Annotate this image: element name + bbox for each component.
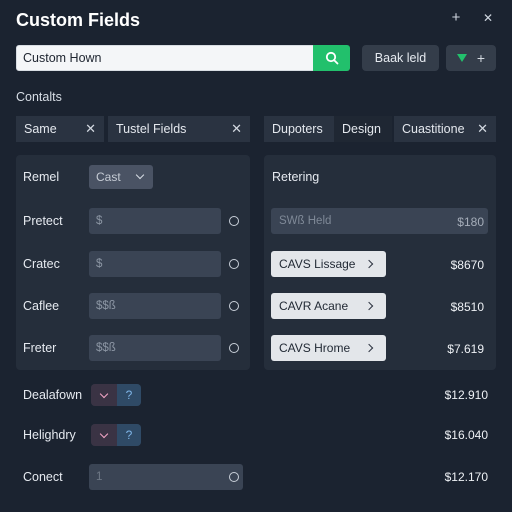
tab-label: Dupoters xyxy=(272,122,323,136)
row-amount: $12.170 xyxy=(444,470,488,484)
row-label: Conect xyxy=(23,470,63,484)
row-label: Dealafown xyxy=(23,388,83,402)
help-icon: ? xyxy=(117,424,141,446)
chevron-down-icon xyxy=(99,429,109,438)
item-button[interactable]: CAVS Hrome xyxy=(271,335,386,361)
radio-icon[interactable] xyxy=(229,343,239,353)
item-label: CAVS Hrome xyxy=(279,341,351,355)
radio-icon[interactable] xyxy=(229,301,239,311)
row-amount: $16.040 xyxy=(444,428,488,442)
toggle-switch[interactable]: ? xyxy=(91,384,141,406)
connect-input[interactable]: 1 xyxy=(89,464,243,490)
tab-label: Design xyxy=(342,122,381,136)
select-value: Cast xyxy=(96,170,121,184)
radio-icon[interactable] xyxy=(229,216,239,226)
item-amount: $7.619 xyxy=(447,342,484,356)
shield-icon xyxy=(456,54,467,62)
section-label: Contalts xyxy=(16,90,62,104)
item-button[interactable]: CAVR Acane xyxy=(271,293,386,319)
toggle-switch[interactable]: ? xyxy=(91,424,141,446)
panel-header-label: Retering xyxy=(272,170,320,184)
row-label: Helighdry xyxy=(23,428,76,442)
tab-design[interactable]: Design xyxy=(334,116,392,142)
tab-cuastitione[interactable]: Cuastitione ✕ xyxy=(394,116,496,142)
tab-label: Same xyxy=(24,122,57,136)
item-amount: $8510 xyxy=(450,300,484,314)
chevron-down-icon xyxy=(135,170,145,180)
add-field-button[interactable]: + xyxy=(446,45,496,71)
row-label: Pretect xyxy=(23,214,63,228)
add-window-icon[interactable]: + xyxy=(448,8,464,28)
back-field-button[interactable]: Baak leld xyxy=(362,45,439,71)
expand-icon[interactable]: ✕ xyxy=(480,8,496,28)
value-field[interactable]: $ xyxy=(89,208,221,234)
tab-tustel-fields[interactable]: Tustel Fields ✕ xyxy=(108,116,250,142)
value-field[interactable]: $$ß xyxy=(89,293,221,319)
item-amount: $8670 xyxy=(450,258,484,272)
type-select[interactable]: Cast xyxy=(89,165,153,189)
search-input[interactable] xyxy=(16,45,314,71)
row-amount: $12.910 xyxy=(444,388,488,402)
item-label: CAVR Acane xyxy=(279,299,349,313)
held-amount: $180 xyxy=(457,215,484,229)
chevron-down-icon xyxy=(99,389,109,398)
tab-dupoters[interactable]: Dupoters xyxy=(264,116,334,142)
row-label: Cratec xyxy=(23,257,60,271)
item-button[interactable]: CAVS Lissage xyxy=(271,251,386,277)
chevron-right-icon xyxy=(364,343,374,353)
radio-icon[interactable] xyxy=(229,472,239,482)
row-label: Caflee xyxy=(23,299,60,313)
page-title: Custom Fields xyxy=(16,10,141,30)
close-icon[interactable]: ✕ xyxy=(231,121,242,137)
value-field[interactable]: $ xyxy=(89,251,221,277)
tab-same[interactable]: Same ✕ xyxy=(16,116,104,142)
chevron-right-icon xyxy=(364,259,374,269)
tab-label: Tustel Fields xyxy=(116,122,187,136)
close-icon[interactable]: ✕ xyxy=(477,121,488,137)
value-field[interactable]: $$ß xyxy=(89,335,221,361)
chevron-right-icon xyxy=(364,301,374,311)
tab-label: Cuastitione xyxy=(402,122,465,136)
row-label: Freter xyxy=(23,341,57,355)
radio-icon[interactable] xyxy=(229,259,239,269)
help-icon: ? xyxy=(117,384,141,406)
search-icon xyxy=(325,51,338,65)
item-label: CAVS Lissage xyxy=(279,257,356,271)
panel-header-label: Remel xyxy=(23,170,60,184)
close-icon[interactable]: ✕ xyxy=(85,121,96,137)
plus-icon: + xyxy=(476,50,486,66)
search-button[interactable] xyxy=(313,45,350,71)
